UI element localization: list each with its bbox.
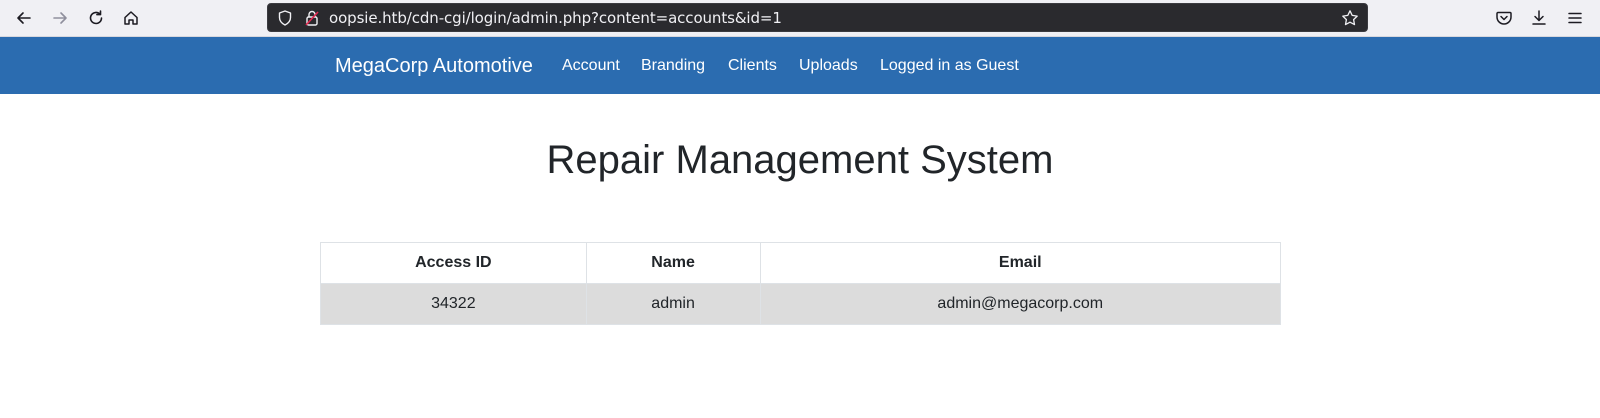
url-text[interactable]: oopsie.htb/cdn-cgi/login/admin.php?conte… xyxy=(329,9,782,27)
brand-link[interactable]: MegaCorp Automotive xyxy=(335,55,533,78)
forward-arrow-icon[interactable] xyxy=(48,6,72,30)
page-title: Repair Management System xyxy=(546,138,1054,182)
column-header-access-id: Access ID xyxy=(320,242,587,284)
star-icon[interactable] xyxy=(1341,9,1359,27)
column-header-email: Email xyxy=(759,242,1281,284)
download-icon[interactable] xyxy=(1527,6,1551,30)
nav-link-clients[interactable]: Clients xyxy=(728,57,777,75)
table-row: 34322 admin admin@megacorp.com xyxy=(320,283,1281,325)
nav-link-uploads[interactable]: Uploads xyxy=(799,57,858,75)
nav-link-logged-in[interactable]: Logged in as Guest xyxy=(880,57,1019,75)
table-header-row: Access ID Name Email xyxy=(320,242,1281,284)
site-navbar: MegaCorp Automotive Account Branding Cli… xyxy=(0,37,1600,94)
home-icon[interactable] xyxy=(119,6,143,30)
cell-email: admin@megacorp.com xyxy=(759,283,1281,325)
pocket-icon[interactable] xyxy=(1492,6,1516,30)
cell-name: admin xyxy=(585,283,761,325)
lock-icon[interactable] xyxy=(303,9,321,27)
nav-link-branding[interactable]: Branding xyxy=(641,57,705,75)
menu-icon[interactable] xyxy=(1563,6,1587,30)
url-bar[interactable]: oopsie.htb/cdn-cgi/login/admin.php?conte… xyxy=(267,3,1368,32)
shield-icon[interactable] xyxy=(276,9,294,27)
cell-access-id: 34322 xyxy=(320,283,587,325)
nav-link-account[interactable]: Account xyxy=(562,57,620,75)
column-header-name: Name xyxy=(585,242,761,284)
reload-icon[interactable] xyxy=(84,6,108,30)
browser-toolbar: oopsie.htb/cdn-cgi/login/admin.php?conte… xyxy=(0,0,1600,37)
back-arrow-icon[interactable] xyxy=(12,6,36,30)
accounts-table: Access ID Name Email 34322 admin admin@m… xyxy=(320,242,1281,325)
